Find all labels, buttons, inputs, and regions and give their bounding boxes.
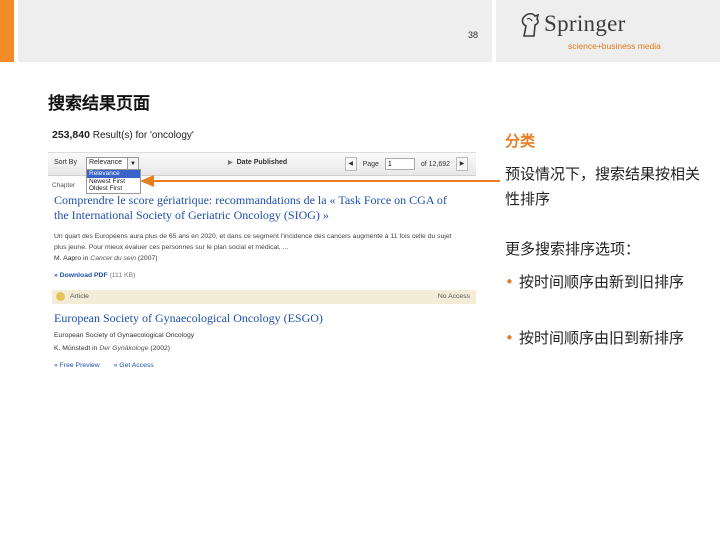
bullet-text: 按时间顺序由旧到新排序 [519, 329, 685, 347]
result-author: K. Münstedt [54, 345, 91, 352]
sort-option-relevance[interactable]: Relevance [87, 170, 140, 178]
page-input[interactable] [384, 158, 415, 170]
sort-label: Sort By [54, 159, 77, 166]
sort-description: 预设情况下，搜索结果按相关性排序 [505, 165, 701, 208]
callout-arrow-icon [140, 175, 500, 187]
prev-page-icon[interactable]: ◀ [344, 157, 357, 171]
content-type-label: Chapter [52, 182, 76, 189]
more-options-title: 更多搜索排序选项： [505, 240, 641, 258]
result-organization: European Society of Gynaecological Oncol… [54, 332, 195, 339]
result-title-link[interactable]: European Society of Gynaecological Oncol… [54, 311, 323, 326]
result-in: in [83, 255, 89, 262]
lock-icon [56, 292, 65, 301]
sort-option-oldest[interactable]: Oldest First [87, 185, 140, 193]
horse-icon [521, 12, 540, 37]
pager: ◀ Page of 12,692 ▶ [344, 157, 468, 171]
results-number: 253,840 [52, 129, 90, 141]
access-label: No Access [437, 293, 470, 300]
bullet-dot-icon: • [505, 329, 514, 347]
result-author: M. Aapro [54, 255, 82, 262]
page-label: Page [362, 160, 379, 168]
bullet-dot-icon: • [505, 273, 514, 291]
logo-tagline: science+business media [568, 41, 661, 51]
result-links: » Free Preview » Get Access [54, 362, 166, 369]
result-source: M. Aapro in Cancer du sein (2007) [54, 255, 158, 262]
result-in: in [92, 345, 98, 352]
accent-bar [0, 0, 14, 62]
result-title-link[interactable]: Comprendre le score gériatrique: recomma… [54, 193, 454, 223]
bullet-item: • 按时间顺序由旧到新排序 [505, 326, 710, 351]
download-size: (111 KB) [109, 272, 136, 279]
page-of: of 12,692 [420, 160, 451, 168]
bullet-text: 按时间顺序由新到旧排序 [519, 273, 685, 291]
sort-heading: 分类 [505, 132, 536, 150]
result-journal[interactable]: Der Gynäkologe [99, 345, 148, 352]
search-results-screenshot: 253,840 Result(s) for 'oncology' Sort By… [48, 124, 476, 376]
sort-option-newest[interactable]: Newest First [87, 178, 140, 186]
result-year: (2007) [137, 255, 158, 262]
logo-name: Springer [544, 11, 626, 36]
download-pdf-text[interactable]: » Download PDF [54, 272, 108, 279]
result-journal[interactable]: Cancer du sein [90, 255, 136, 262]
page-number: 38 [467, 30, 478, 40]
next-page-icon[interactable]: ▶ [456, 157, 468, 171]
sort-dropdown: Relevance Newest First Oldest First [86, 169, 141, 194]
results-count: 253,840 Result(s) for 'oncology' [52, 129, 194, 141]
get-access-link[interactable]: » Get Access [114, 362, 154, 369]
header-bar: 38 [18, 0, 492, 62]
free-preview-link[interactable]: » Free Preview [54, 362, 100, 369]
result-year: (2002) [150, 345, 171, 352]
bullet-item: • 按时间顺序由新到旧排序 [505, 270, 710, 295]
result-snippet: Un quart des Européens aura plus de 65 a… [54, 233, 452, 251]
result-source: K. Münstedt in Der Gynäkologe (2002) [54, 345, 170, 352]
article-header-bar: Article No Access [52, 290, 476, 304]
sort-selected-value: Relevance [89, 159, 123, 166]
slide-title: 搜索结果页面 [48, 94, 150, 114]
article-label: Article [70, 293, 89, 300]
results-text: Result(s) for 'oncology' [92, 130, 194, 141]
download-pdf-link[interactable]: » Download PDF (111 KB) [54, 272, 135, 279]
date-published-toggle[interactable]: Date Published [228, 159, 288, 166]
springer-logo: Springer science+business media [496, 0, 720, 62]
